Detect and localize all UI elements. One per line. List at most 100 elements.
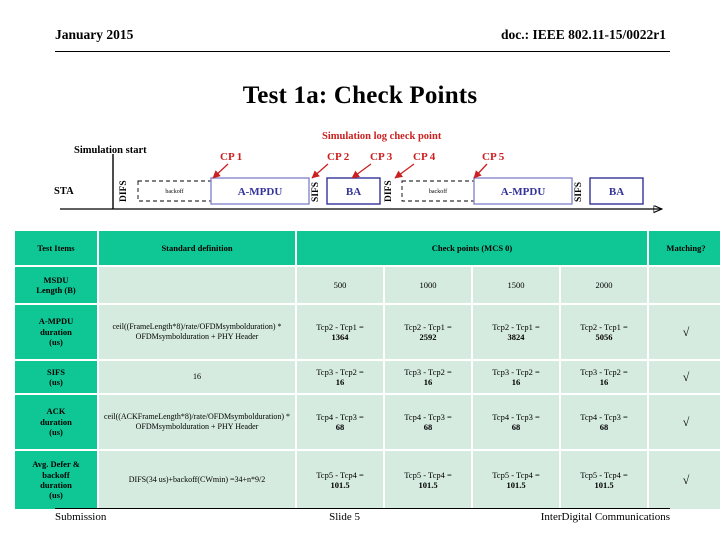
cell-checkpoint-4: Tcp3 - Tcp2 = 16 <box>561 361 648 393</box>
cell-value: 68 <box>599 422 609 432</box>
table-row: MSDU Length (B) 500 1000 1500 2000 <box>15 267 720 303</box>
cell-definition: 16 <box>99 361 295 393</box>
cell-checkpoint-4: Tcp4 - Tcp3 = 68 <box>561 395 648 449</box>
row-label-line2: duration <box>40 326 72 337</box>
cell-value: 16 <box>511 377 521 387</box>
cell-expr: Tcp5 - Tcp4 = <box>404 469 452 480</box>
cell-matching: √ <box>649 395 720 449</box>
row-label-line3: (us) <box>49 427 63 438</box>
check-points-table: Test Items Standard definition Check poi… <box>13 229 720 511</box>
cell-checkpoint-1: Tcp2 - Tcp1 = 1364 <box>297 305 383 359</box>
checkpoint-label-cp4: CP 4 <box>413 151 436 163</box>
cell-checkpoint-2: Tcp4 - Tcp3 = 68 <box>385 395 471 449</box>
row-label-line2: Length (B) <box>36 285 76 295</box>
footer-company: InterDigital Communications <box>540 511 670 523</box>
cell-value: 16 <box>335 377 345 387</box>
cell-value: 101.5 <box>506 480 526 490</box>
cell-value: 16 <box>423 377 433 387</box>
checkpoint-arrow-cp4 <box>394 163 415 179</box>
cell-checkpoint-1: Tcp4 - Tcp3 = 68 <box>297 395 383 449</box>
station-label: STA <box>54 186 74 197</box>
footer-slide-number: Slide 5 <box>329 511 360 523</box>
checkpoint-label-cp1: CP 1 <box>220 151 242 163</box>
frame-label-sifs-1: SIFS <box>311 182 321 202</box>
cell-value: 2000 <box>595 279 613 290</box>
cell-value: 5056 <box>595 332 613 342</box>
frame-label-sifs-2: SIFS <box>574 182 584 202</box>
cell-expr: Tcp2 - Tcp1 = <box>580 321 628 332</box>
cell-expr: Tcp3 - Tcp2 = <box>404 366 452 377</box>
checkpoint-arrow-cp3 <box>351 163 372 179</box>
cell-checkpoint-1: 500 <box>297 267 383 303</box>
cell-expr: Tcp2 - Tcp1 = <box>316 321 364 332</box>
cell-value: 68 <box>335 422 345 432</box>
header-doc-number: doc.: IEEE 802.11-15/0022r1 <box>500 27 666 42</box>
cell-checkpoint-2: Tcp2 - Tcp1 = 2592 <box>385 305 471 359</box>
column-header-matching: Matching? <box>649 231 720 265</box>
row-label-ampdu-duration: A-MPDU duration (us) <box>15 305 97 359</box>
cell-checkpoint-4: Tcp2 - Tcp1 = 5056 <box>561 305 648 359</box>
table-row: Avg. Defer & backoff duration (us) DIFS(… <box>15 451 720 509</box>
timing-diagram: Simulation log check point Simulation st… <box>50 128 675 220</box>
check-points-table-wrapper: Test Items Standard definition Check poi… <box>13 229 720 511</box>
row-label-line2: backoff <box>42 469 70 480</box>
cell-expr: Tcp5 - Tcp4 = <box>316 469 364 480</box>
row-label-line3: duration <box>40 480 72 490</box>
cell-checkpoint-2: 1000 <box>385 267 471 303</box>
row-label-line1: A-MPDU <box>38 316 74 327</box>
page-title: Test 1a: Check Points <box>242 82 478 109</box>
cell-value: 2592 <box>419 332 437 342</box>
row-label-line1: Avg. Defer & <box>32 459 80 470</box>
column-header-check-points: Check points (MCS 0) <box>297 231 648 265</box>
row-label-line1: MSDU <box>43 274 69 285</box>
cell-expr: Tcp3 - Tcp2 = <box>580 366 628 377</box>
cell-value: 1500 <box>507 279 525 290</box>
frame-label-ba-2: BA <box>609 186 624 198</box>
header-date: January 2015 <box>55 27 134 42</box>
frame-label-difs-2: DIFS <box>384 180 394 202</box>
diagram-checkpoint-title: Simulation log check point <box>322 131 442 142</box>
frame-label-backoff-2: backoff <box>429 188 447 195</box>
cell-definition <box>99 267 295 303</box>
cell-expr: Tcp4 - Tcp3 = <box>580 411 628 422</box>
table-row: ACK duration (us) ceil((ACKFrameLength*8… <box>15 395 720 449</box>
cell-value: 101.5 <box>330 480 350 490</box>
checkpoint-arrow-cp2 <box>311 163 329 179</box>
frame-label-ampdu-1: A-MPDU <box>238 186 283 198</box>
cell-value: 101.5 <box>594 480 614 490</box>
cell-matching: √ <box>649 305 720 359</box>
cell-matching: √ <box>649 361 720 393</box>
cell-matching: √ <box>649 451 720 509</box>
row-label-line3: (us) <box>49 337 63 348</box>
checkpoint-label-cp5: CP 5 <box>482 151 505 163</box>
cell-checkpoint-3: Tcp2 - Tcp1 = 3824 <box>473 305 559 359</box>
simulation-start-label: Simulation start <box>74 145 147 156</box>
cell-value: 68 <box>423 422 433 432</box>
cell-value: 1000 <box>419 279 437 290</box>
table-header-row: Test Items Standard definition Check poi… <box>15 231 720 265</box>
cell-value: 500 <box>333 279 347 290</box>
cell-expr: Tcp3 - Tcp2 = <box>316 366 364 377</box>
cell-checkpoint-4: Tcp5 - Tcp4 = 101.5 <box>561 451 648 509</box>
cell-expr: Tcp4 - Tcp3 = <box>316 411 364 422</box>
cell-value: 16 <box>599 377 609 387</box>
cell-value: 3824 <box>507 332 525 342</box>
cell-definition: DIFS(34 us)+backoff(CWmin) =34+n*9/2 <box>99 451 295 509</box>
cell-expr: Tcp4 - Tcp3 = <box>404 411 452 422</box>
row-label-line2: duration <box>40 416 72 427</box>
row-label-line1: SIFS <box>47 366 65 377</box>
slide-footer: Submission Slide 5 InterDigital Communic… <box>55 508 670 523</box>
frame-label-ampdu-2: A-MPDU <box>501 186 546 198</box>
row-label-line4: (us) <box>49 490 63 501</box>
row-label-ack-duration: ACK duration (us) <box>15 395 97 449</box>
cell-checkpoint-1: Tcp3 - Tcp2 = 16 <box>297 361 383 393</box>
cell-checkpoint-3: 1500 <box>473 267 559 303</box>
column-header-standard-definition: Standard definition <box>99 231 295 265</box>
checkpoint-label-cp3: CP 3 <box>370 151 393 163</box>
cell-definition: ceil((FrameLength*8)/rate/OFDMsymboldura… <box>99 305 295 359</box>
cell-checkpoint-4: 2000 <box>561 267 648 303</box>
footer-submission: Submission <box>55 511 107 523</box>
cell-expr: Tcp5 - Tcp4 = <box>492 469 540 480</box>
cell-checkpoint-3: Tcp5 - Tcp4 = 101.5 <box>473 451 559 509</box>
table-row: A-MPDU duration (us) ceil((FrameLength*8… <box>15 305 720 359</box>
